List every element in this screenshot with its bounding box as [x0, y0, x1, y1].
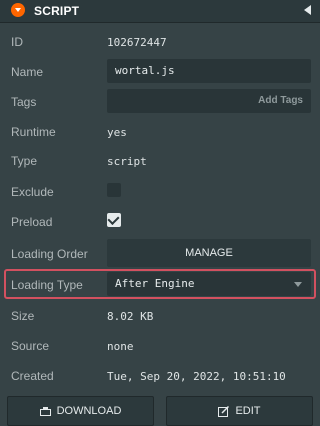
- created-value: Tue, Sep 20, 2022, 10:51:10: [107, 370, 286, 383]
- created-label: Created: [11, 369, 54, 383]
- source-value: none: [107, 340, 134, 353]
- id-label: ID: [11, 35, 23, 49]
- runtime-value: yes: [107, 126, 127, 139]
- panel-header[interactable]: SCRIPT: [0, 0, 320, 23]
- name-input[interactable]: wortal.js: [107, 59, 311, 83]
- exclude-checkbox[interactable]: [107, 183, 121, 197]
- size-label: Size: [11, 309, 35, 323]
- tags-label: Tags: [11, 95, 37, 109]
- script-asset-icon: [11, 3, 25, 17]
- preload-label: Preload: [11, 215, 53, 229]
- loading-order-label: Loading Order: [11, 247, 88, 261]
- manage-button[interactable]: MANAGE: [107, 239, 311, 267]
- name-label: Name: [11, 65, 44, 79]
- add-tags-button[interactable]: Add Tags: [258, 95, 303, 106]
- tags-input[interactable]: Add Tags: [107, 89, 311, 113]
- collapse-arrow-icon[interactable]: [304, 5, 311, 15]
- source-label: Source: [11, 339, 50, 353]
- script-inspector-panel: SCRIPT ID 102672447 Name wortal.js Tags …: [0, 0, 320, 426]
- loading-type-value: After Engine: [115, 277, 195, 290]
- download-label: DOWNLOAD: [56, 405, 122, 417]
- preload-checkbox[interactable]: [107, 212, 121, 227]
- id-value: 102672447: [107, 36, 167, 49]
- exclude-label: Exclude: [11, 185, 54, 199]
- size-value: 8.02 KB: [107, 310, 154, 323]
- loading-type-select[interactable]: After Engine: [107, 272, 311, 296]
- runtime-label: Runtime: [11, 125, 56, 139]
- type-label: Type: [11, 154, 38, 168]
- type-value: script: [107, 155, 147, 168]
- checkmark-icon: [107, 212, 120, 226]
- panel-title: SCRIPT: [34, 4, 80, 18]
- edit-label: EDIT: [235, 405, 261, 417]
- download-icon: [39, 406, 51, 416]
- edit-icon: [218, 405, 230, 417]
- chevron-down-icon: [294, 282, 302, 287]
- name-input-value: wortal.js: [115, 64, 175, 77]
- loading-type-label: Loading Type: [11, 278, 83, 292]
